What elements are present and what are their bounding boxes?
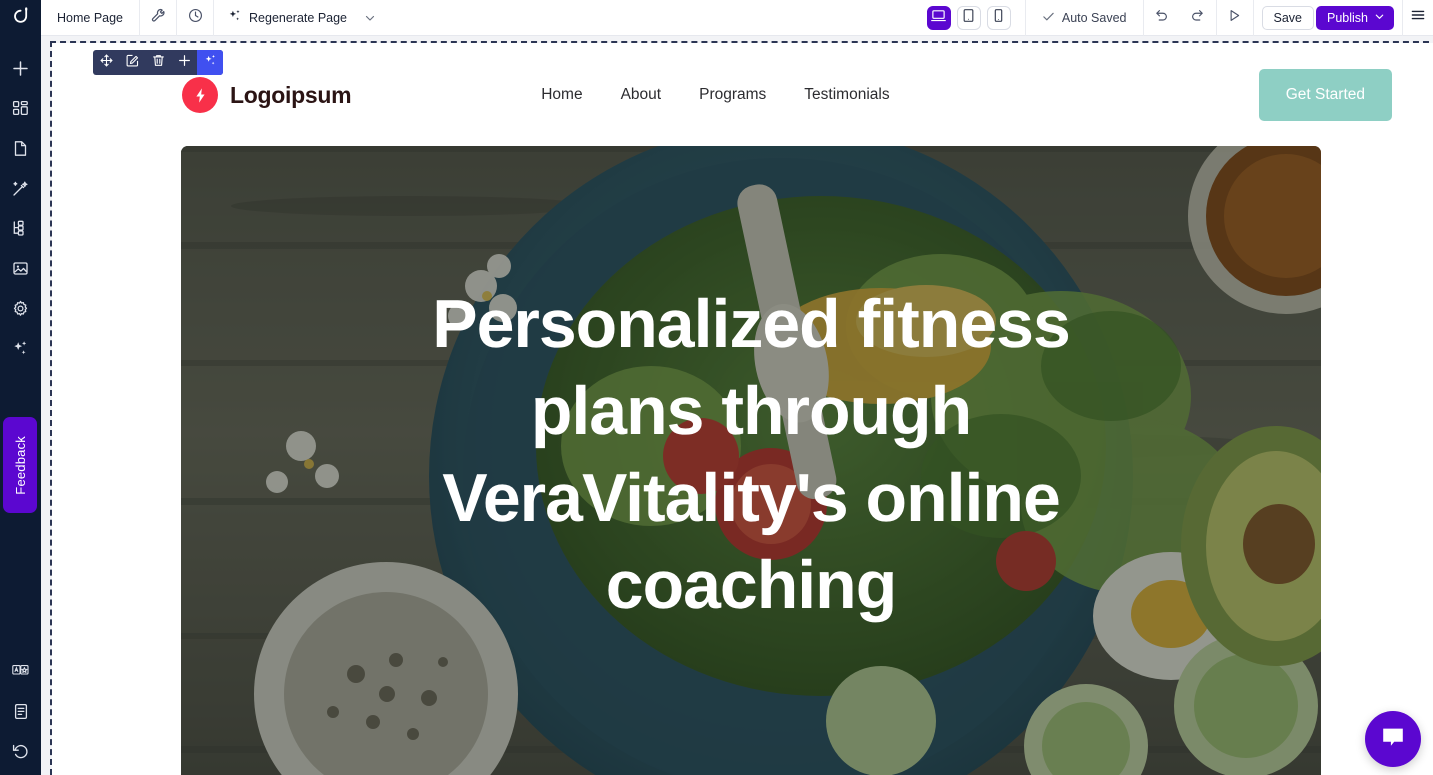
- get-started-button[interactable]: Get Started: [1258, 69, 1392, 121]
- site-nav-item-testimonials[interactable]: Testimonials: [804, 86, 889, 104]
- plus-icon: [178, 54, 191, 72]
- undo-button[interactable]: [1144, 0, 1180, 36]
- site-nav-item-programs[interactable]: Programs: [699, 86, 766, 104]
- viewport-tablet-button[interactable]: [956, 5, 981, 30]
- topbar-actions: Save Publish: [1254, 5, 1403, 30]
- feedback-label: Feedback: [12, 435, 28, 495]
- sidebar-item-add[interactable]: [5, 52, 37, 84]
- sparkles-icon: [12, 340, 29, 357]
- check-icon: [1042, 10, 1055, 26]
- publish-button[interactable]: Publish: [1316, 5, 1394, 30]
- sparkles-icon: [228, 9, 242, 26]
- site-nav: Home About Programs Testimonials: [541, 86, 889, 104]
- sidebar-item-translate[interactable]: [5, 655, 37, 687]
- viewport-desktop-button[interactable]: [926, 5, 951, 30]
- gear-icon: [12, 300, 29, 317]
- element-toolbar: [93, 50, 223, 75]
- image-icon: [12, 260, 29, 277]
- hero-title: Personalized fitness plans through VeraV…: [432, 286, 1071, 624]
- editor-topbar: Home Page Regenerate Page Auto Saved Sav…: [41, 0, 1433, 36]
- save-button[interactable]: Save: [1261, 5, 1314, 30]
- hamburger-menu-icon: [1410, 7, 1426, 28]
- desktop-icon: [931, 8, 947, 28]
- autosave-status: Auto Saved: [1026, 10, 1143, 26]
- page-history-button[interactable]: [177, 0, 213, 36]
- sidebar-item-design[interactable]: [5, 172, 37, 204]
- tablet-icon: [961, 8, 976, 28]
- app-logo[interactable]: [0, 0, 41, 36]
- preview-button[interactable]: [1217, 0, 1253, 36]
- editor-root: Feedback Home Page Regenerate Page Auto …: [0, 0, 1433, 775]
- layers-tree-icon: [12, 220, 29, 237]
- page-name[interactable]: Home Page: [41, 11, 139, 25]
- lightning-bolt-icon: [182, 77, 218, 113]
- edit-pencil-icon: [126, 54, 139, 72]
- sidebar-item-restore[interactable]: [5, 735, 37, 767]
- sidebar-items: [5, 36, 37, 364]
- chat-bubble-icon: [1380, 724, 1406, 755]
- sidebar-item-layers[interactable]: [5, 212, 37, 244]
- sidebar-item-pages[interactable]: [5, 132, 37, 164]
- clock-history-icon: [188, 8, 203, 28]
- publish-label: Publish: [1327, 10, 1368, 25]
- page-file-icon: [12, 140, 29, 157]
- viewport-mobile-button[interactable]: [986, 5, 1011, 30]
- site-nav-item-home[interactable]: Home: [541, 86, 582, 104]
- autosave-label: Auto Saved: [1061, 10, 1127, 25]
- chevron-down-icon[interactable]: [354, 12, 376, 24]
- undo-icon: [1154, 8, 1169, 28]
- move-arrows-icon: [100, 54, 113, 72]
- sidebar-bottom-items: [0, 655, 41, 767]
- hero-content: Personalized fitness plans through VeraV…: [181, 146, 1321, 775]
- site-brand[interactable]: Logoipsum: [182, 77, 352, 113]
- blocks-grid-icon: [12, 100, 29, 117]
- site-brand-name: Logoipsum: [230, 81, 352, 108]
- plus-icon: [12, 60, 29, 77]
- chevron-down-icon: [1374, 11, 1385, 25]
- canvas-viewport: Logoipsum Home About Programs Testimonia…: [41, 36, 1433, 775]
- magic-wand-icon: [12, 180, 29, 197]
- sidebar-item-settings[interactable]: [5, 292, 37, 324]
- element-move-button[interactable]: [93, 50, 119, 75]
- sidebar-item-ai[interactable]: [5, 332, 37, 364]
- element-add-button[interactable]: [171, 50, 197, 75]
- viewport-switcher: [913, 5, 1025, 30]
- chat-support-button[interactable]: [1365, 711, 1421, 767]
- play-preview-icon: [1227, 8, 1242, 28]
- sparkles-icon: [204, 54, 217, 72]
- redo-button[interactable]: [1180, 0, 1216, 36]
- hero-section[interactable]: Personalized fitness plans through VeraV…: [181, 146, 1321, 775]
- element-delete-button[interactable]: [145, 50, 171, 75]
- trash-icon: [152, 54, 165, 72]
- translate-icon: [12, 664, 29, 678]
- wrench-icon: [151, 8, 166, 28]
- left-sidebar: Feedback: [0, 0, 41, 775]
- dorik-logo-icon: [12, 6, 30, 30]
- book-icon: [13, 703, 29, 720]
- page-settings-button[interactable]: [140, 0, 176, 36]
- element-ai-edit-button[interactable]: [197, 50, 223, 75]
- redo-icon: [1190, 8, 1205, 28]
- site-nav-item-about[interactable]: About: [621, 86, 662, 104]
- sidebar-item-docs[interactable]: [5, 695, 37, 727]
- sidebar-item-media[interactable]: [5, 252, 37, 284]
- sidebar-item-blocks[interactable]: [5, 92, 37, 124]
- page-canvas[interactable]: Logoipsum Home About Programs Testimonia…: [50, 41, 1433, 775]
- site-header: Logoipsum Home About Programs Testimonia…: [52, 43, 1433, 147]
- mobile-icon: [991, 8, 1006, 28]
- element-edit-button[interactable]: [119, 50, 145, 75]
- restore-history-icon: [12, 743, 29, 760]
- main-menu-button[interactable]: [1403, 3, 1433, 33]
- regenerate-page-label: Regenerate Page: [249, 10, 348, 25]
- regenerate-page-button[interactable]: Regenerate Page: [214, 0, 386, 36]
- feedback-button[interactable]: Feedback: [3, 417, 37, 513]
